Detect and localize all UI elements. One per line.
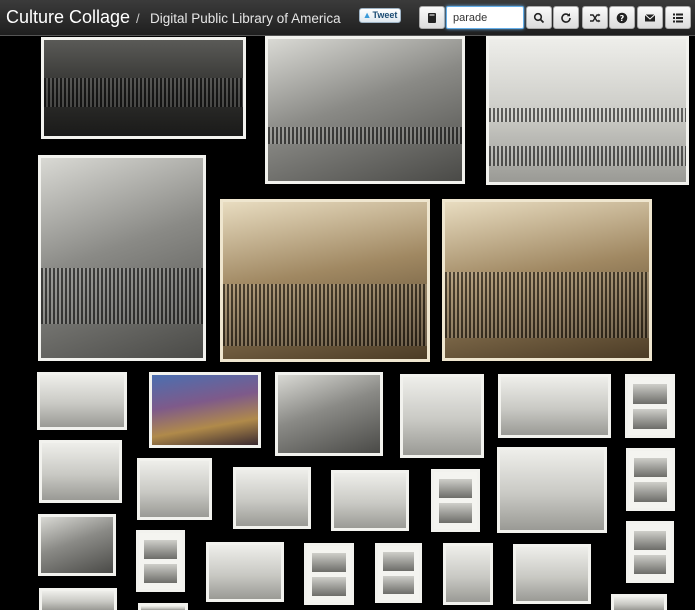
svg-text:?: ?: [620, 14, 625, 23]
photo-parade-float-arch[interactable]: [400, 374, 484, 458]
photo-main-street-buildings[interactable]: [497, 447, 607, 533]
photo-parade-field-formation[interactable]: [265, 36, 465, 184]
photo-float-night-color[interactable]: [149, 372, 261, 448]
collection-title[interactable]: Digital Public Library of America: [150, 11, 341, 26]
search-button[interactable]: [526, 6, 552, 29]
photo-marching-band[interactable]: [331, 470, 409, 531]
photo-parade-aerial[interactable]: [38, 514, 116, 576]
photo-contact-sheet-1[interactable]: [625, 374, 675, 438]
site-title[interactable]: Culture Collage: [6, 7, 130, 28]
photo-parade-street-trees[interactable]: [38, 155, 206, 361]
photo-float-parade-street[interactable]: [233, 467, 311, 529]
refresh-button[interactable]: [553, 6, 579, 29]
photo-procession-steps[interactable]: [486, 36, 689, 185]
photo-building-crowd[interactable]: [513, 544, 591, 604]
photo-parade-flags-street[interactable]: [498, 374, 611, 438]
photo-parade-crowd-downtown-2[interactable]: [442, 199, 652, 361]
shuffle-button[interactable]: [582, 6, 608, 29]
photo-contact-sheet-4[interactable]: [136, 530, 185, 592]
photo-float-horse[interactable]: [137, 458, 212, 520]
search-icon: [533, 12, 545, 23]
photo-contact-sheet-3[interactable]: [626, 448, 675, 511]
twitter-bird-icon: ▲: [362, 10, 372, 20]
photo-gazebo[interactable]: [206, 542, 284, 602]
photo-contact-sheet-6[interactable]: [375, 543, 422, 603]
photo-parade-crowd-downtown-1[interactable]: [220, 199, 430, 362]
photo-parade-marching-troops[interactable]: [41, 37, 246, 139]
help-icon: ?: [616, 12, 628, 23]
tweet-label: Tweet: [372, 10, 398, 20]
photo-partial-bottom-2[interactable]: [138, 603, 188, 610]
title-separator: /: [136, 11, 140, 26]
help-button[interactable]: ?: [609, 6, 635, 29]
photo-contact-sheet-2[interactable]: [431, 469, 480, 532]
search-input[interactable]: [446, 6, 524, 29]
book-button[interactable]: [419, 6, 445, 29]
refresh-icon: [561, 12, 571, 23]
list-view-button[interactable]: [665, 6, 691, 29]
photo-convertible-women[interactable]: [275, 372, 383, 456]
shuffle-icon: [590, 13, 601, 22]
photo-small-parade[interactable]: [443, 543, 493, 605]
photo-contact-sheet-7[interactable]: [626, 521, 674, 583]
book-icon: [428, 12, 436, 23]
photo-street-cars[interactable]: [39, 440, 122, 503]
mail-icon: [644, 13, 656, 21]
photo-partial-bottom-3[interactable]: [611, 594, 667, 610]
photo-partial-bottom-1[interactable]: [39, 588, 117, 610]
photo-contact-sheet-5[interactable]: [304, 543, 354, 605]
photo-parade-truck[interactable]: [37, 372, 127, 430]
list-icon: [673, 13, 683, 22]
tweet-button[interactable]: ▲Tweet: [359, 8, 401, 23]
top-bar: Culture Collage / Digital Public Library…: [0, 0, 695, 36]
mail-button[interactable]: [637, 6, 663, 29]
